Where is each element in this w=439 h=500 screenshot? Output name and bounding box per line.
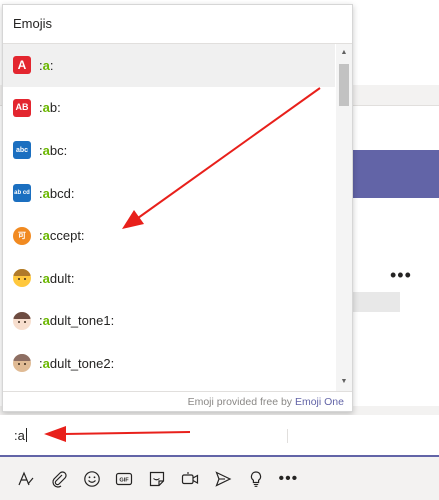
scroll-down-arrow-icon[interactable]: ▼ [336, 375, 352, 389]
scrollbar-thumb[interactable] [339, 64, 349, 106]
sticker-button[interactable] [145, 467, 169, 491]
emoji-list: A :a: AB :ab: abc :abc: ab cd :abcd: 可 :… [3, 44, 335, 391]
emoji-item-abc[interactable]: abc :abc: [3, 129, 335, 172]
meet-now-button[interactable] [178, 467, 202, 491]
footer-credit-text: Emoji provided free by [187, 396, 293, 408]
emoji-item-label: :accept: [39, 228, 85, 244]
praise-button[interactable] [211, 467, 235, 491]
emoji-suggestion-popup: Emojis A :a: AB :ab: abc :abc: ab cd :ab… [2, 4, 353, 412]
format-icon [18, 471, 34, 486]
message-more-options[interactable]: ••• [390, 265, 412, 286]
abc-icon: abc [13, 141, 31, 160]
emoji-icon [83, 471, 100, 487]
adult-face-icon [13, 269, 31, 288]
abcd-icon: ab cd [13, 184, 31, 203]
a-button-icon: A [13, 56, 31, 75]
emoji-item-accept[interactable]: 可 :accept: [3, 214, 335, 257]
light-bulb-icon [250, 471, 261, 487]
background-purple-banner [352, 150, 439, 198]
emoji-item-label: :ab: [39, 100, 61, 116]
emoji-item-label: :adult_tone2: [39, 355, 115, 371]
compose-input[interactable]: :a [14, 428, 27, 443]
popup-footer: Emoji provided free by Emoji One [3, 391, 352, 411]
attach-button[interactable] [47, 467, 71, 491]
emoji-item-label: :adult_tone1: [39, 313, 115, 329]
meet-now-icon [181, 472, 199, 485]
emoji-item-adult-tone2[interactable]: :adult_tone2: [3, 342, 335, 385]
accept-icon: 可 [13, 226, 31, 245]
attach-icon [52, 471, 67, 488]
emoji-item-abcd[interactable]: ab cd :abcd: [3, 172, 335, 215]
emoji-item-label: :abc: [39, 142, 68, 158]
light-bulb-button[interactable] [244, 467, 268, 491]
more-options-icon: ••• [278, 470, 299, 487]
format-button[interactable] [14, 467, 38, 491]
gif-button[interactable]: GIF [112, 467, 136, 491]
emoji-item-a[interactable]: A :a: [3, 44, 335, 87]
emoji-item-ab[interactable]: AB :ab: [3, 87, 335, 130]
adult-tone1-face-icon [13, 311, 31, 330]
emoji-button[interactable] [80, 467, 104, 491]
svg-text:GIF: GIF [120, 478, 130, 484]
emoji-one-link[interactable]: Emoji One [295, 396, 344, 408]
compose-box[interactable]: :a [0, 415, 439, 457]
emoji-item-label: :abcd: [39, 185, 75, 201]
adult-tone2-face-icon [13, 354, 31, 373]
gif-icon: GIF [116, 472, 133, 486]
praise-icon [215, 471, 232, 487]
background-placeholder-bar [352, 292, 400, 312]
compose-divider [287, 429, 288, 443]
emoji-item-label: :a: [39, 57, 54, 73]
text-caret [25, 428, 27, 442]
more-options-button[interactable]: ••• [276, 467, 300, 491]
emoji-list-scrollbar[interactable]: ▲ ▼ [336, 44, 352, 391]
emoji-item-adult[interactable]: :adult: [3, 257, 335, 300]
popup-title: Emojis [3, 5, 352, 44]
emoji-item-adult-tone1[interactable]: :adult_tone1: [3, 300, 335, 343]
compose-toolbar: GIF ••• [0, 458, 439, 500]
sticker-icon [150, 471, 165, 487]
ab-button-icon: AB [13, 98, 31, 117]
emoji-item-label: :adult: [39, 270, 75, 286]
scroll-up-arrow-icon[interactable]: ▲ [336, 46, 352, 60]
